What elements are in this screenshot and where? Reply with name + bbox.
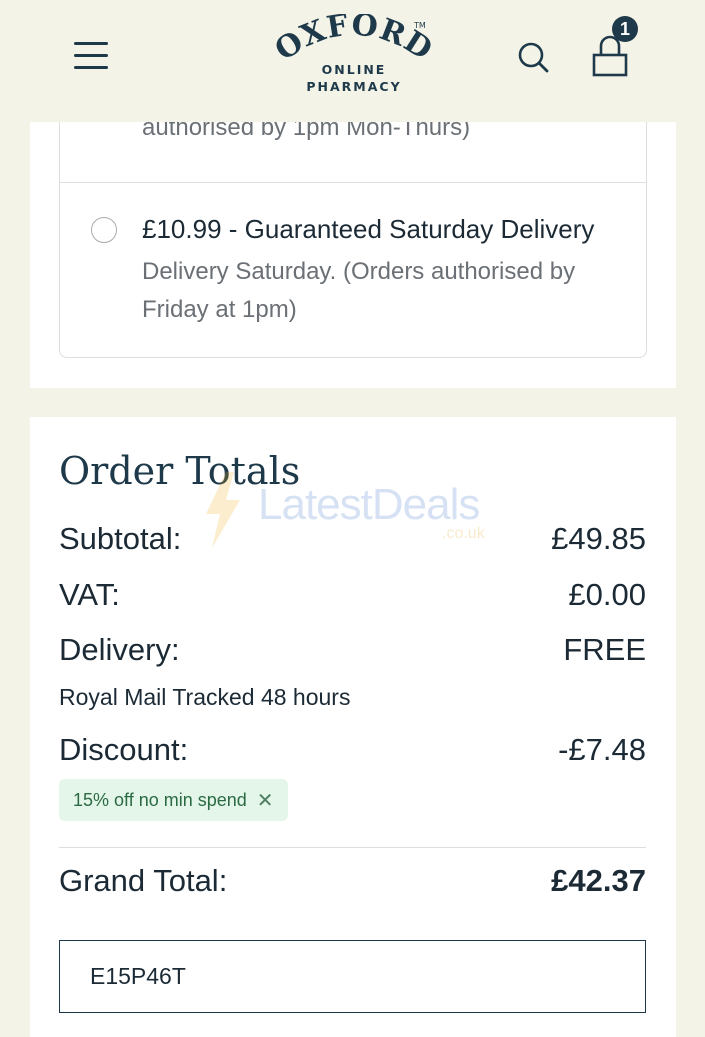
delivery-label: Delivery:: [59, 632, 180, 667]
logo-sub-online: ONLINE: [321, 62, 387, 77]
delivery-value: FREE: [563, 632, 646, 667]
vat-value: £0.00: [568, 577, 646, 612]
order-totals-title: Order Totals: [59, 449, 301, 493]
logo-brand-main: OXFORD: [269, 7, 438, 68]
cart-count-badge: 1: [612, 16, 638, 42]
discount-label: Discount:: [59, 732, 189, 767]
discount-code-chip: 15% off no min spend ✕: [59, 779, 288, 821]
logo-arc-text: OXFORD TM: [269, 7, 438, 68]
saturday-delivery-title: £10.99 - Guaranteed Saturday Delivery: [142, 214, 595, 244]
subtotal-label: Subtotal:: [59, 521, 182, 556]
hamburger-menu-icon[interactable]: [74, 42, 108, 70]
delivery-options-card: authorised by 1pm Mon-Thurs) £10.99 - Gu…: [30, 100, 676, 388]
cart-button[interactable]: 1: [590, 16, 640, 78]
logo-trademark: TM: [413, 21, 426, 30]
grand-total-label: Grand Total:: [59, 863, 228, 898]
logo-sub-pharmacy: PHARMACY: [306, 79, 402, 94]
saturday-delivery-radio[interactable]: [91, 217, 117, 243]
delivery-option-saturday[interactable]: £10.99 - Guaranteed Saturday Delivery De…: [59, 183, 647, 358]
promo-code-input[interactable]: [59, 940, 646, 1013]
search-icon[interactable]: [516, 40, 550, 74]
divider: [59, 847, 646, 848]
svg-text:OXFORD: OXFORD: [274, 14, 434, 66]
grand-total-value: £42.37: [551, 863, 646, 898]
close-icon[interactable]: ✕: [257, 788, 274, 813]
vat-label: VAT:: [59, 577, 120, 612]
delivery-method: Royal Mail Tracked 48 hours: [59, 684, 351, 710]
subtotal-value: £49.85: [551, 521, 646, 556]
discount-value: -£7.48: [558, 732, 646, 767]
discount-code-label: 15% off no min spend: [73, 789, 247, 810]
oxford-online-pharmacy-logo[interactable]: OXFORD TM ONLINE PHARMACY: [269, 7, 438, 96]
order-totals-card: Order Totals Subtotal: £49.85 VAT: £0.00…: [30, 417, 676, 1037]
site-header: OXFORD TM ONLINE PHARMACY 1: [0, 0, 705, 122]
saturday-delivery-description: Delivery Saturday. (Orders authorised by…: [142, 258, 576, 323]
